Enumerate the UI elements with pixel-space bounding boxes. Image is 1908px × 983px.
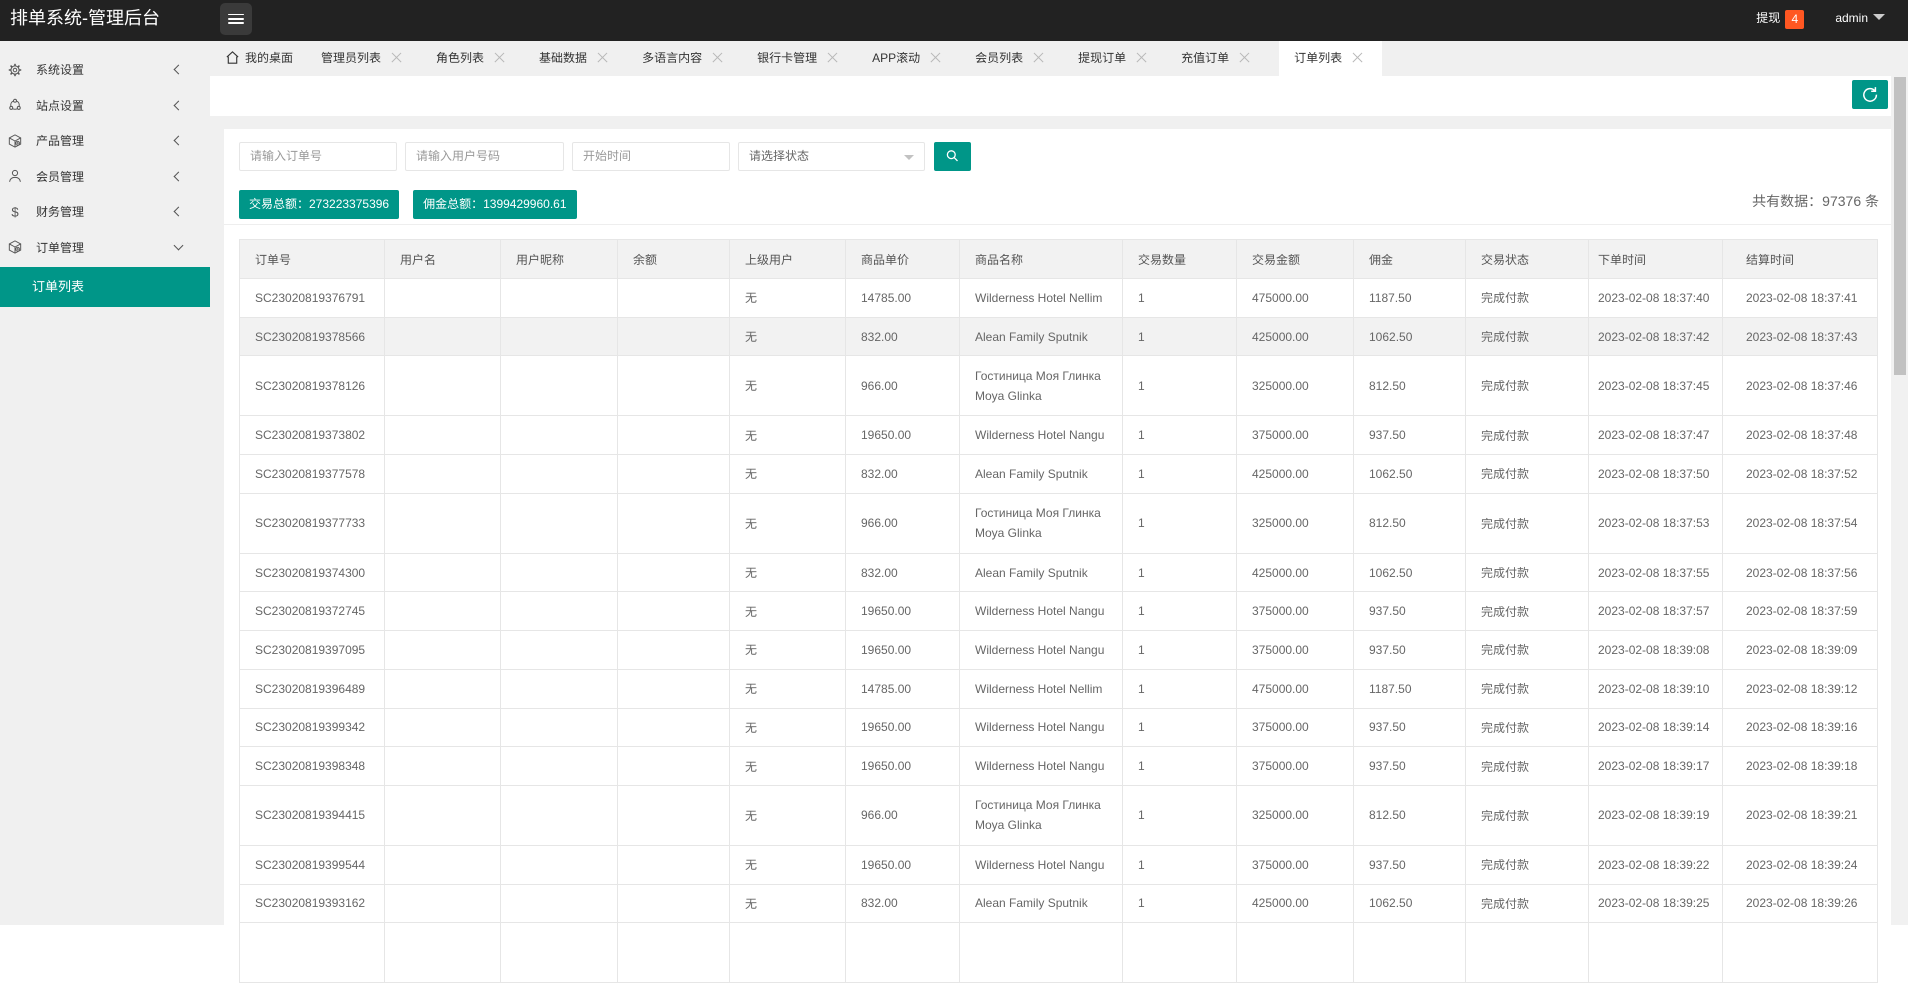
svg-text:$: $ bbox=[11, 205, 19, 219]
